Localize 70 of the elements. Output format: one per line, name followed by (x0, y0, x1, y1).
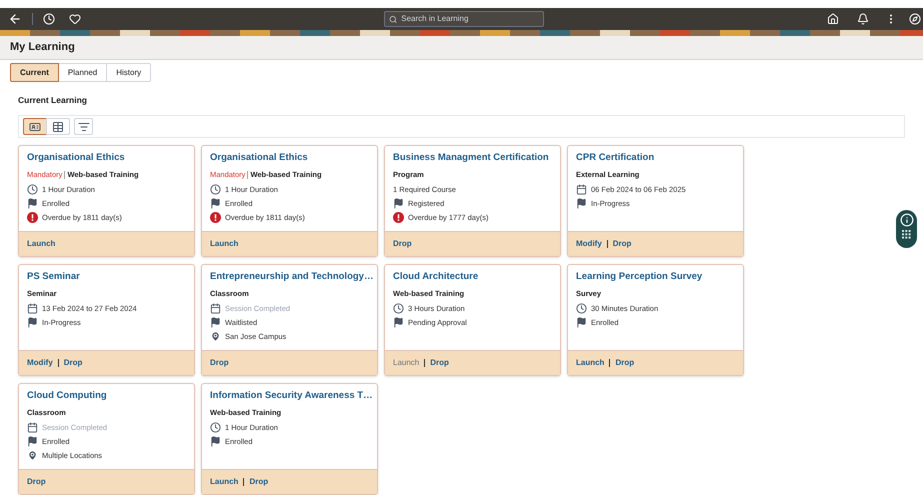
course-title[interactable]: Business Managment Certification (393, 151, 552, 166)
tab[interactable]: Planned (58, 63, 108, 82)
flag-icon (393, 316, 404, 328)
action-link[interactable]: Drop (612, 238, 632, 250)
home-icon[interactable] (827, 13, 839, 25)
flag-icon (393, 198, 404, 209)
pin-icon (210, 331, 221, 342)
card-view-icon (29, 120, 41, 132)
filter-button[interactable] (74, 118, 93, 135)
tab[interactable]: History (106, 63, 152, 82)
clock-icon (576, 302, 587, 314)
course-title[interactable]: PS Seminar (27, 270, 186, 284)
course-title[interactable]: Organisational Ethics (210, 151, 369, 166)
flag-icon (576, 198, 587, 209)
search-input[interactable]: Search in Learning (401, 13, 539, 25)
pin-icon (27, 450, 38, 462)
course-title[interactable]: CPR Certification (576, 151, 735, 166)
flag-icon (27, 198, 38, 209)
course-title[interactable]: Organisational Ethics (27, 151, 186, 166)
alert-icon (210, 212, 221, 224)
action-link[interactable]: Drop (249, 476, 268, 488)
bell-icon[interactable] (857, 13, 869, 25)
action-link[interactable]: Drop (393, 238, 412, 250)
assistant-widget[interactable] (896, 210, 917, 248)
clock-icon (27, 184, 38, 195)
section-title: Current Learning (18, 95, 87, 105)
action-link[interactable]: Drop (210, 357, 229, 369)
action-link[interactable]: Drop (64, 357, 82, 369)
action-link[interactable]: Drop (430, 357, 449, 369)
action-link[interactable]: Modify (27, 357, 53, 369)
keypad-icon (902, 230, 911, 239)
clock-icon (393, 302, 404, 314)
flag-icon (210, 316, 221, 328)
flag-icon (27, 436, 38, 447)
flag-icon (576, 316, 587, 328)
calendar-icon (27, 302, 38, 314)
calendar-icon (576, 184, 587, 195)
table-view-button[interactable] (46, 118, 70, 135)
back-icon[interactable] (8, 12, 22, 26)
alert-icon (393, 212, 404, 224)
action-link[interactable]: Drop (615, 357, 634, 369)
course-title[interactable]: Cloud Architecture (393, 270, 552, 284)
tab[interactable]: Current (10, 63, 59, 82)
table-icon (52, 120, 64, 132)
calendar-icon (210, 302, 221, 314)
alert-icon (27, 212, 38, 224)
heart-icon[interactable] (69, 13, 81, 25)
action-link[interactable]: Drop (27, 476, 46, 488)
page-title: My Learning (10, 40, 75, 56)
flag-icon (210, 198, 221, 209)
action-link[interactable]: Launch (576, 357, 604, 369)
course-title[interactable]: Learning Perception Survey (576, 270, 735, 284)
search-icon (389, 14, 398, 24)
filter-icon (78, 120, 90, 132)
clock-icon (210, 184, 221, 195)
course-title[interactable]: Information Security Awareness T… (210, 389, 369, 404)
action-link[interactable]: Launch (210, 238, 238, 250)
action-link[interactable]: Modify (576, 238, 602, 250)
flag-icon (27, 316, 38, 328)
action-link[interactable]: Launch (210, 476, 238, 488)
action-link[interactable]: Launch (27, 238, 56, 250)
cards-view-button[interactable] (23, 118, 47, 135)
compass-icon[interactable] (909, 13, 921, 25)
clock-icon[interactable] (43, 13, 55, 25)
info-icon (900, 213, 914, 227)
course-title[interactable]: Cloud Computing (27, 389, 186, 404)
clock-icon (210, 422, 221, 433)
calendar-icon (27, 422, 38, 433)
flag-icon (210, 436, 221, 447)
search-field[interactable]: Search in Learning (384, 11, 544, 27)
